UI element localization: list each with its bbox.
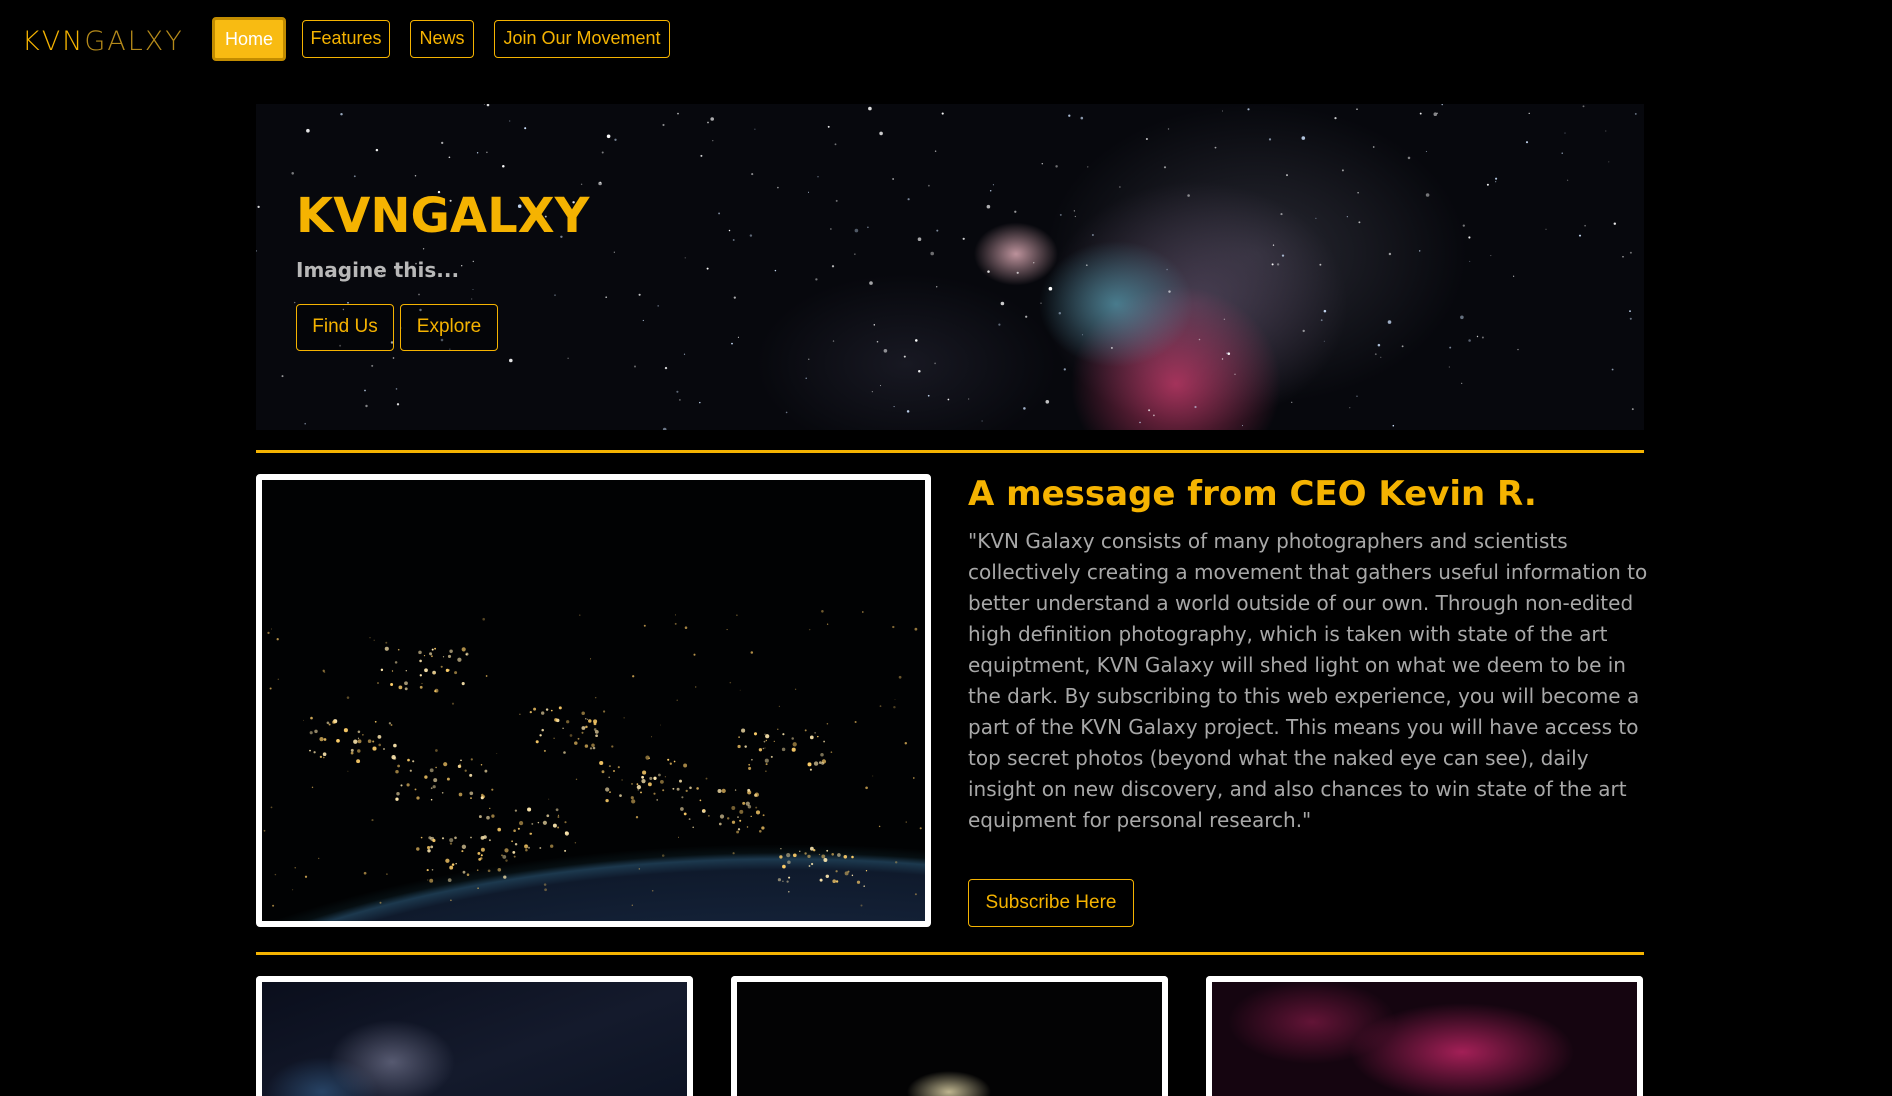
nav-join-movement-button[interactable]: Join Our Movement	[494, 20, 670, 58]
nav-features-button[interactable]: Features	[302, 20, 390, 58]
hero-title: KVNGALXY	[296, 188, 590, 244]
ceo-message-text: "KVN Galaxy consists of many photographe…	[968, 529, 1648, 832]
explore-button[interactable]: Explore	[400, 304, 498, 351]
subscribe-button[interactable]: Subscribe Here	[968, 879, 1134, 927]
milky-way-card-image[interactable]	[256, 976, 693, 1096]
brand-logo-rest: GALXY	[84, 26, 184, 57]
city-lights	[263, 610, 922, 907]
top-navigation: KVNGALXY Home Features News Join Our Mov…	[0, 0, 1892, 80]
ceo-message-title: A message from CEO Kevin R.	[968, 474, 1537, 514]
nav-news-button[interactable]: News	[410, 20, 474, 58]
find-us-button[interactable]: Find Us	[296, 304, 394, 351]
hero-starfield	[256, 104, 1637, 430]
hero-banner: KVNGALXY Imagine this... Find Us Explore	[256, 104, 1644, 430]
section-divider	[256, 450, 1644, 453]
brand-logo-accent: KVN	[22, 26, 85, 57]
section-divider-lower	[256, 952, 1644, 955]
earth-night-photo	[256, 474, 931, 927]
pink-nebula-card-image[interactable]	[1206, 976, 1643, 1096]
moon-card-image[interactable]	[731, 976, 1168, 1096]
hero-subtitle: Imagine this...	[296, 258, 460, 282]
brand-logo[interactable]: KVNGALXY	[22, 24, 184, 60]
nav-home-button[interactable]: Home	[212, 17, 286, 61]
